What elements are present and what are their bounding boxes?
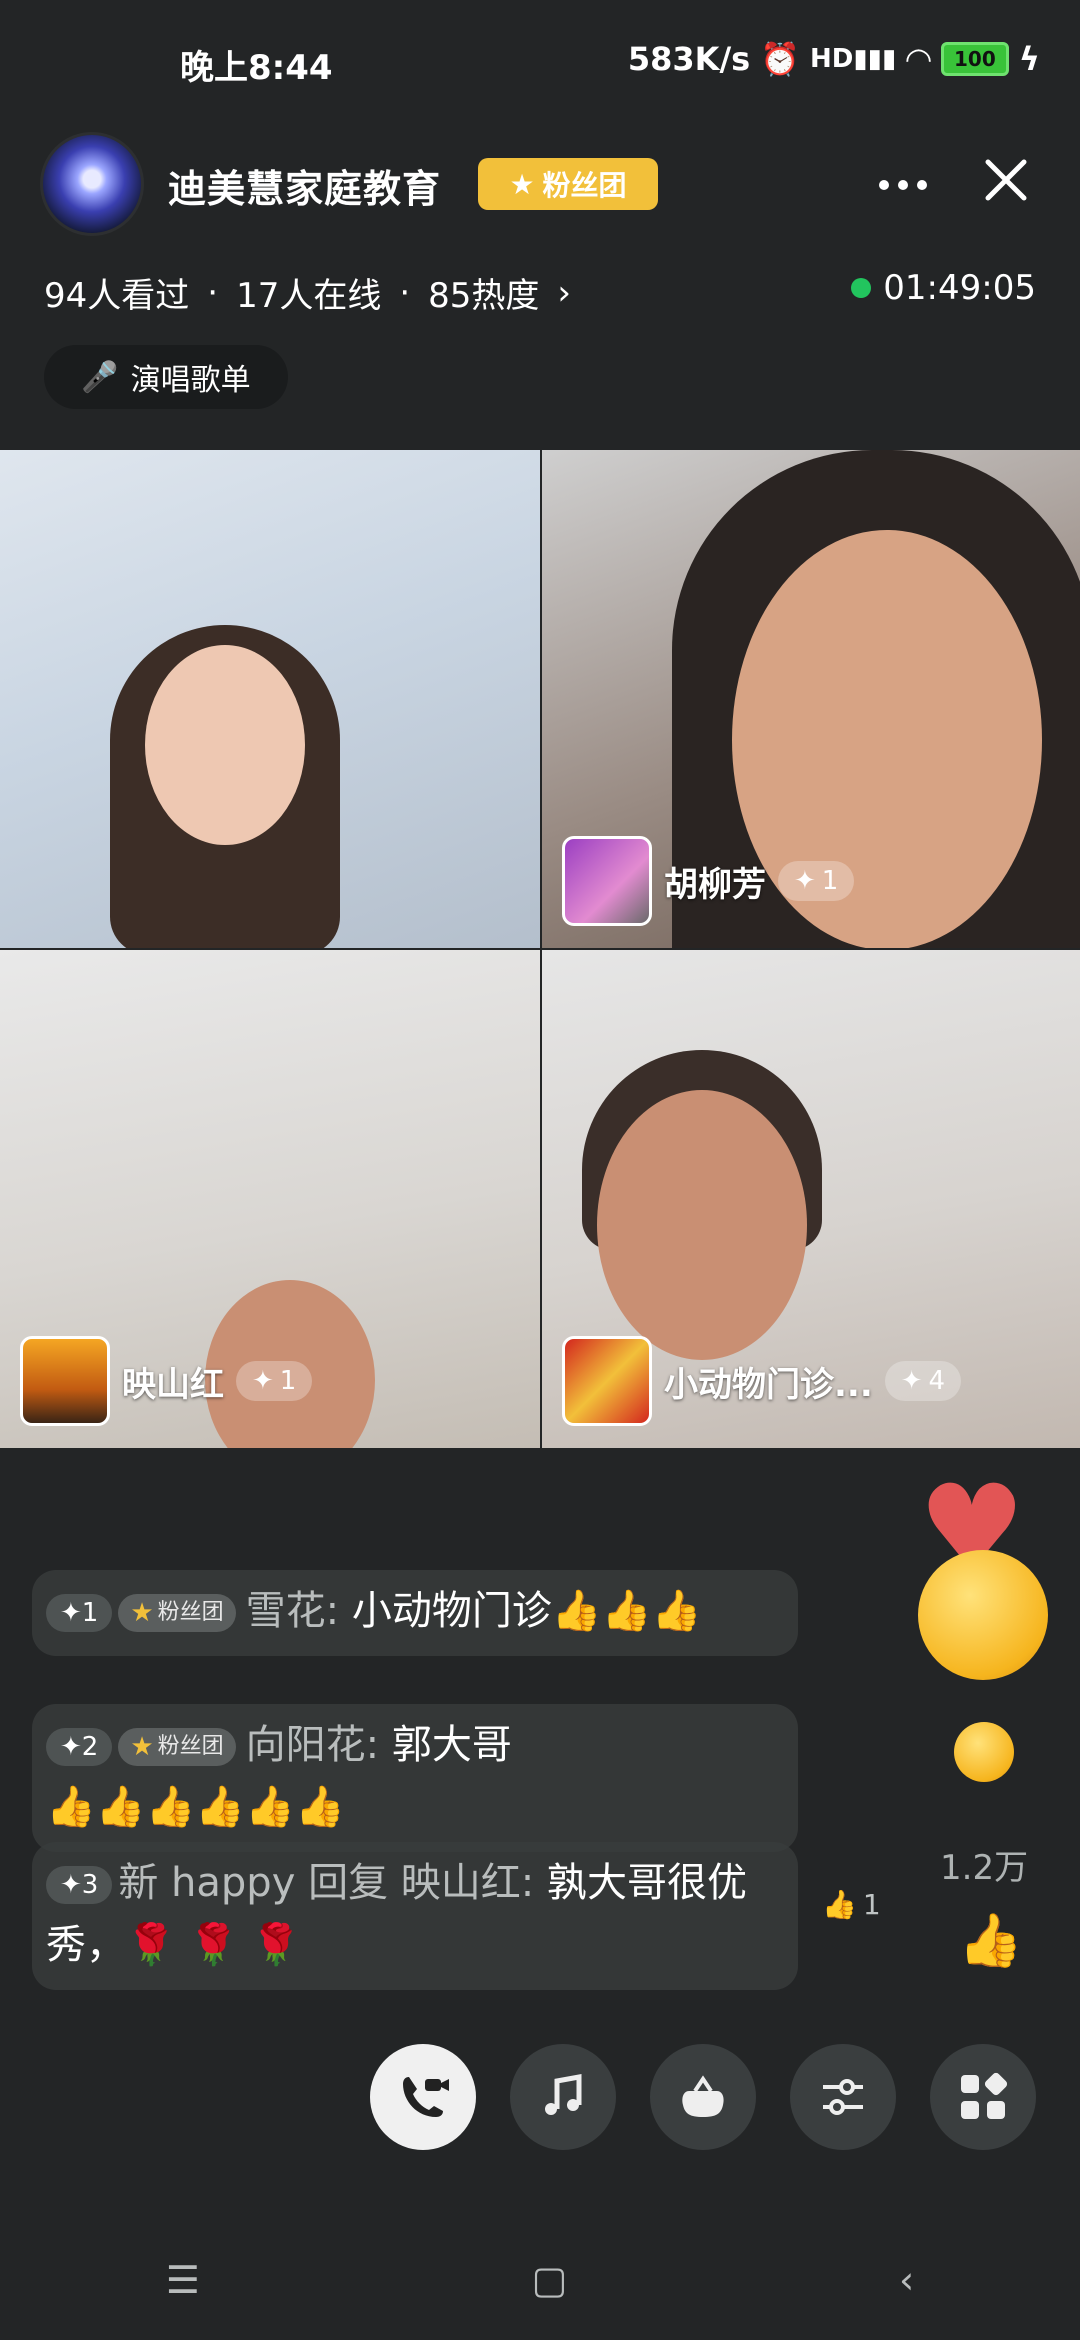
- signal-icon: HD▮▮▮: [810, 44, 897, 74]
- net-speed: 583K/s: [627, 40, 751, 78]
- chat-message[interactable]: ✦ 3新 happy 回复 映山红: 孰大哥很优秀，🌹 🌹 🌹: [32, 1842, 798, 1990]
- tile-user-name: 胡柳芳: [664, 864, 766, 905]
- gift-bag-icon: [682, 2075, 724, 2117]
- like-button[interactable]: 👍: [958, 1910, 1023, 1971]
- heat-count: 85热度: [428, 276, 540, 316]
- video-tile-4[interactable]: 小动物门诊... ✦ 4: [542, 950, 1080, 1448]
- close-icon: [985, 159, 1027, 201]
- tile-user-name: 映山红: [122, 1364, 224, 1405]
- thumbs-up-emoji: 👍👍👍: [551, 1588, 702, 1634]
- gift-bag-button[interactable]: [650, 2044, 756, 2150]
- charging-icon: ϟ: [1018, 40, 1040, 78]
- fan-club-label: 粉丝团: [542, 169, 627, 202]
- rose-emoji: 🌹 🌹 🌹: [126, 1922, 301, 1968]
- wifi-icon: ◠: [906, 40, 931, 78]
- music-icon: [545, 2074, 582, 2115]
- live-dot-icon: [851, 278, 872, 298]
- user-avatar[interactable]: [562, 1336, 652, 1426]
- thumbs-up-emoji: 👍👍👍👍👍👍: [46, 1784, 345, 1830]
- video-tile-2[interactable]: 胡柳芳 ✦ 1: [542, 450, 1080, 948]
- song-list-label: 演唱歌单: [130, 363, 251, 398]
- battery-icon: 100: [940, 42, 1009, 76]
- more-icon: [879, 180, 927, 190]
- more-apps-button[interactable]: [930, 2044, 1036, 2150]
- microphone-icon: 🎤: [81, 359, 119, 395]
- tile-user-name: 小动物门诊...: [664, 1364, 873, 1405]
- online-count: 17人在线: [236, 276, 382, 316]
- status-time: 晚上8:44: [180, 48, 333, 88]
- chat-content: 小动物门诊: [351, 1588, 552, 1634]
- host-name[interactable]: 迪美慧家庭教育: [168, 158, 441, 213]
- emoji-reaction-icon: [918, 1550, 1048, 1680]
- song-list-button[interactable]: 🎤 演唱歌单: [44, 345, 288, 409]
- more-button[interactable]: [868, 160, 938, 210]
- video-tile-host[interactable]: [0, 450, 540, 948]
- chat-message[interactable]: ✦ 1★2粉丝团雪花: 小动物门诊👍👍👍: [32, 1570, 798, 1656]
- message-like-button[interactable]: 👍 1: [822, 1888, 881, 1921]
- message-like-count: 1: [862, 1888, 881, 1921]
- live-duration: 01:49:05: [883, 268, 1036, 308]
- alarm-icon: ⏰: [760, 40, 801, 78]
- system-nav-bar: ☰ ▢ ‹: [0, 2240, 1080, 2320]
- like-count: 1.2万: [940, 1848, 1029, 1888]
- thumbs-up-icon: 👍: [822, 1888, 857, 1921]
- person-figure: [597, 1090, 807, 1360]
- level-badge: ✦ 1: [778, 861, 855, 901]
- star-icon: ★: [130, 1598, 154, 1628]
- home-icon[interactable]: ▢: [531, 2258, 567, 2302]
- back-icon[interactable]: ‹: [899, 2258, 914, 2302]
- level-badge: ✦ 3: [46, 1866, 113, 1904]
- viewed-count: 94人看过: [44, 276, 190, 316]
- close-button[interactable]: [978, 152, 1034, 208]
- video-tile-3[interactable]: 映山红 ✦ 1: [0, 950, 540, 1448]
- emoji-reaction-icon: [954, 1722, 1014, 1782]
- chat-message[interactable]: ✦ 2★2粉丝团向阳花: 郭大哥 👍👍👍👍👍👍: [32, 1704, 798, 1852]
- chat-content: 郭大哥: [391, 1722, 512, 1768]
- apps-grid-icon: [961, 2072, 1008, 2119]
- chat-user-name[interactable]: 雪花:: [246, 1588, 339, 1634]
- level-badge: ✦ 1: [236, 1361, 313, 1401]
- chat-user-name[interactable]: 向阳花:: [246, 1722, 379, 1768]
- chevron-right-icon: ›: [557, 272, 572, 313]
- menu-icon[interactable]: ☰: [166, 2258, 200, 2302]
- host-avatar[interactable]: [40, 132, 144, 236]
- separator: ·: [207, 272, 219, 313]
- star-icon: ★: [509, 167, 535, 201]
- room-stats[interactable]: 94人看过 · 17人在线 · 85热度 ›: [44, 268, 571, 317]
- fan-club-tag: ★2粉丝团: [118, 1728, 236, 1766]
- chat-user-name[interactable]: 新 happy 回复 映山红:: [118, 1860, 534, 1906]
- thumbs-up-icon: 👍: [958, 1911, 1023, 1971]
- star-icon: ★: [130, 1732, 154, 1762]
- music-button[interactable]: [510, 2044, 616, 2150]
- user-avatar[interactable]: [20, 1336, 110, 1426]
- settings-button[interactable]: [790, 2044, 896, 2150]
- level-badge: ✦ 2: [46, 1728, 113, 1766]
- video-call-icon: [403, 2077, 449, 2117]
- fan-club-button[interactable]: ★ 粉丝团: [478, 158, 658, 210]
- video-grid: 胡柳芳 ✦ 1 映山红 ✦ 1 小动物门诊... ✦ 4: [0, 450, 1080, 1448]
- settings-sliders-icon: [823, 2079, 863, 2115]
- fan-club-tag: ★2粉丝团: [118, 1594, 236, 1632]
- live-timer: 01:49:05: [851, 268, 1036, 308]
- user-avatar[interactable]: [562, 836, 652, 926]
- level-badge: ✦ 4: [884, 1361, 962, 1401]
- video-call-button[interactable]: [370, 2044, 476, 2150]
- level-badge: ✦ 1: [46, 1594, 113, 1632]
- separator: ·: [399, 272, 411, 313]
- status-icons: 583K/s ⏰ HD▮▮▮ ◠ 100 ϟ: [628, 40, 1040, 78]
